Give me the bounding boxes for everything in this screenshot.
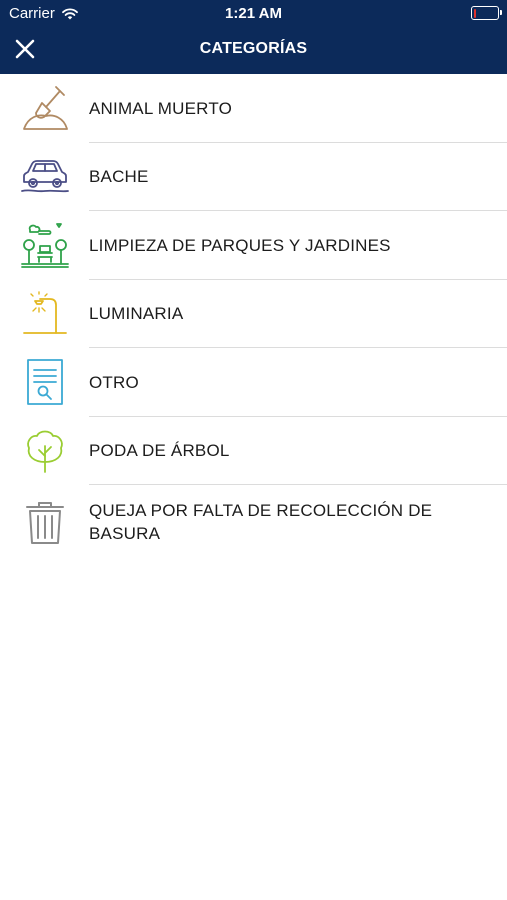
app-header: Carrier 1:21 AM CATEGORÍAS: [0, 0, 507, 74]
tree-icon: [18, 424, 72, 478]
park-icon: [18, 218, 72, 272]
category-label: BACHE: [89, 167, 149, 187]
category-label: ANIMAL MUERTO: [89, 98, 233, 118]
category-label: LIMPIEZA DE PARQUES Y JARDINES: [89, 235, 391, 255]
trash-can-icon: [18, 495, 72, 549]
car-icon: [18, 150, 72, 204]
battery-icon: [471, 6, 502, 20]
category-label: LUMINARIA: [89, 304, 184, 324]
status-time: 1:21 AM: [225, 5, 282, 22]
category-label: QUEJA POR FALTA DE RECOLECCIÓN DE BASURA: [89, 501, 433, 543]
category-item-limpieza-parques[interactable]: LIMPIEZA DE PARQUES Y JARDINES: [0, 211, 507, 280]
page-title: CATEGORÍAS: [199, 40, 308, 57]
category-item-luminaria[interactable]: LUMINARIA: [0, 280, 507, 348]
battery-level: [473, 8, 477, 18]
category-item-queja-basura[interactable]: QUEJA POR FALTA DE RECOLECCIÓN DE BASURA: [0, 485, 507, 559]
category-item-animal-muerto[interactable]: ANIMAL MUERTO: [0, 74, 507, 143]
street-lamp-icon: [18, 287, 72, 341]
category-list: ANIMAL MUERTO BACHE LIMPIEZA DE PARQUES …: [0, 74, 507, 559]
category-item-poda-arbol[interactable]: PODA DE ÁRBOL: [0, 417, 507, 485]
document-search-icon: [18, 355, 72, 409]
category-label: OTRO: [89, 372, 139, 392]
category-item-bache[interactable]: BACHE: [0, 143, 507, 211]
category-label: PODA DE ÁRBOL: [89, 441, 230, 461]
category-item-otro[interactable]: OTRO: [0, 348, 507, 417]
nav-bar: CATEGORÍAS: [0, 28, 507, 74]
shovel-dirt-icon: [18, 81, 72, 135]
status-bar: Carrier 1:21 AM: [0, 0, 507, 28]
